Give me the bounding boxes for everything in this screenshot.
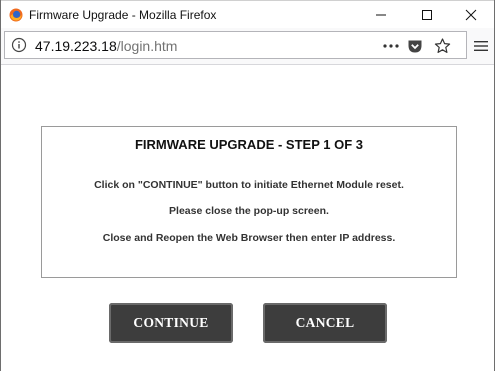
- url-path: /login.htm: [116, 38, 178, 54]
- continue-button[interactable]: CONTINUE: [109, 303, 233, 343]
- menu-button[interactable]: [472, 36, 490, 56]
- minimize-button[interactable]: [358, 1, 404, 29]
- close-button[interactable]: [448, 1, 494, 29]
- maximize-icon: [422, 10, 432, 20]
- close-icon: [465, 9, 477, 21]
- url-host: 47.19.223.18: [35, 38, 117, 54]
- maximize-button[interactable]: [404, 1, 450, 29]
- page-actions-icon: [383, 44, 399, 48]
- info-icon[interactable]: [11, 37, 27, 53]
- star-icon: [434, 38, 450, 53]
- window-title: Firmware Upgrade - Mozilla Firefox: [29, 8, 217, 22]
- url-text[interactable]: 47.19.223.18/login.htm: [35, 38, 177, 54]
- instruction-line: Click on "CONTINUE" button to initiate E…: [94, 179, 404, 191]
- firmware-dialog: FIRMWARE UPGRADE - STEP 1 OF 3 Click on …: [41, 126, 457, 278]
- pocket-icon: [408, 40, 422, 52]
- firefox-icon: [9, 8, 23, 22]
- title-bar: Firmware Upgrade - Mozilla Firefox: [1, 0, 494, 29]
- navigation-bar: 47.19.223.18/login.htm: [1, 28, 494, 65]
- cancel-button[interactable]: CANCEL: [263, 303, 387, 343]
- instruction-line: Please close the pop-up screen.: [169, 205, 329, 217]
- minimize-icon: [376, 14, 386, 16]
- dialog-title: FIRMWARE UPGRADE - STEP 1 OF 3: [134, 137, 363, 152]
- instruction-line: Close and Reopen the Web Browser then en…: [102, 232, 396, 244]
- bookmark-button[interactable]: [431, 36, 453, 56]
- page-actions-button[interactable]: [380, 36, 402, 56]
- address-bar[interactable]: 47.19.223.18/login.htm: [4, 31, 467, 59]
- hamburger-menu-icon: [474, 41, 488, 51]
- browser-window: Firmware Upgrade - Mozilla Firefox 47.19…: [0, 0, 495, 371]
- pocket-button[interactable]: [404, 36, 426, 56]
